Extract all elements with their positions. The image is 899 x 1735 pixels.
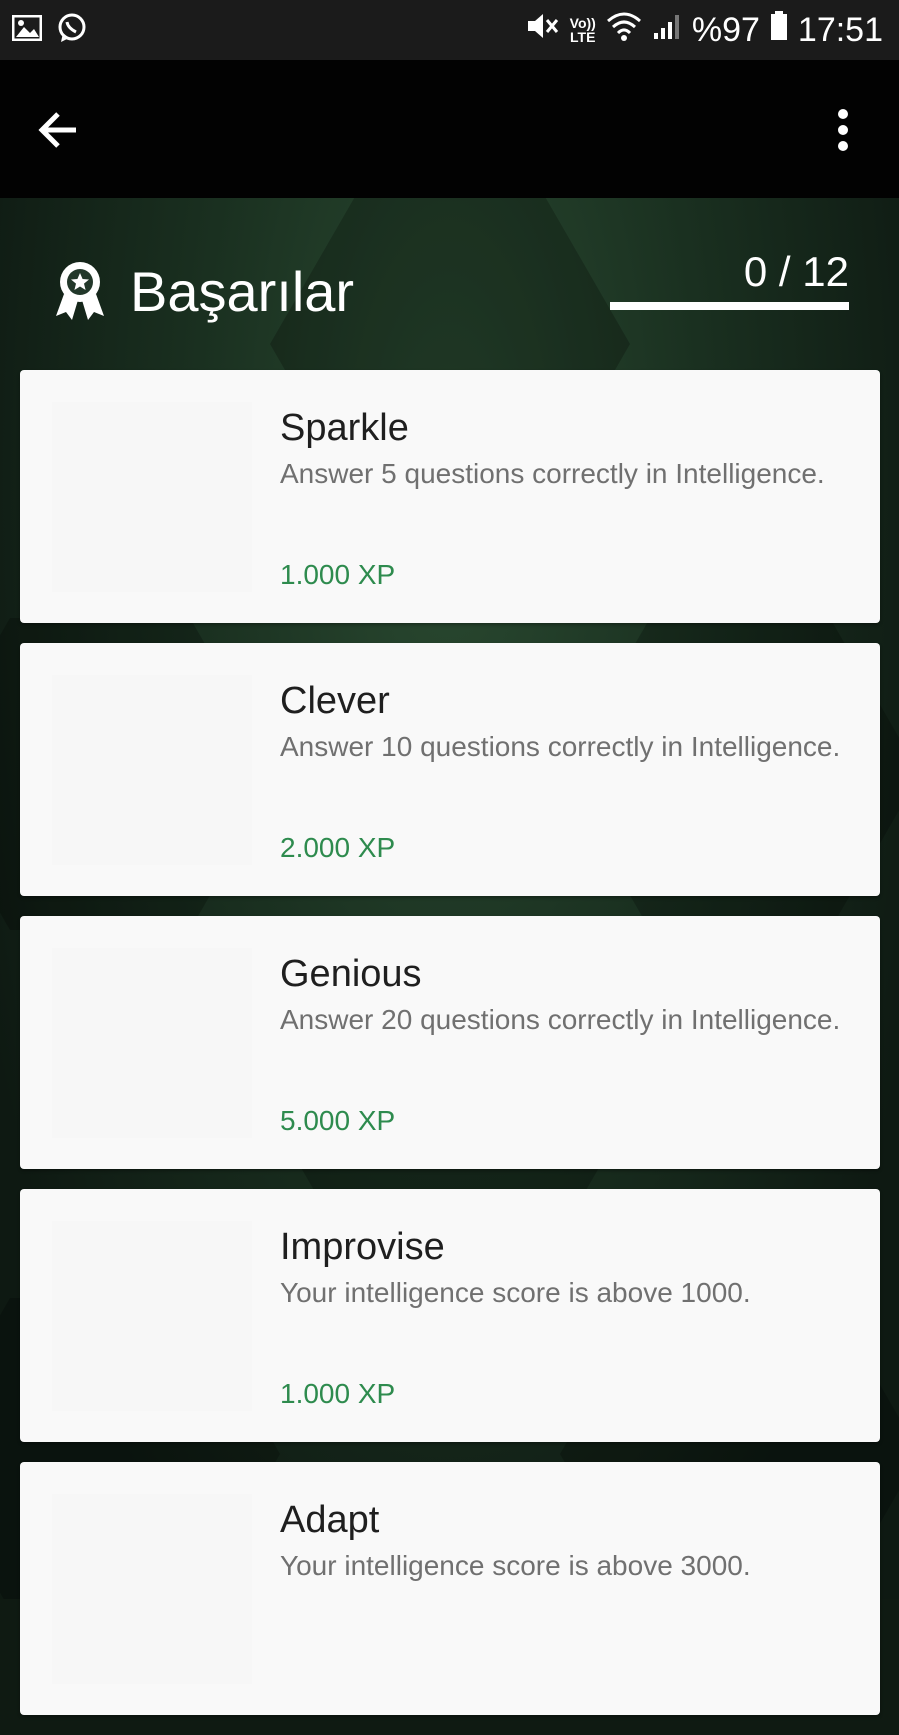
back-button[interactable] [36, 100, 100, 160]
achievement-description: Answer 10 questions correctly in Intelli… [280, 731, 841, 762]
achievement-list[interactable]: Sparkle Answer 5 questions correctly in … [20, 370, 880, 1735]
volte-indicator: Vo)) LTE [570, 16, 596, 44]
achievement-description: Your intelligence score is above 1000. [280, 1277, 751, 1308]
arrow-left-icon [36, 112, 80, 156]
overflow-menu-button[interactable] [819, 100, 869, 160]
gallery-icon [11, 14, 43, 46]
volte-label-bottom: LTE [570, 29, 596, 45]
clock: 17:51 [797, 10, 883, 49]
wifi-icon [606, 11, 642, 50]
progress-bar [610, 302, 849, 310]
achievement-xp: 1.000 XP [280, 559, 396, 590]
mute-icon [526, 10, 560, 51]
achievement-title: Improvise [280, 1226, 445, 1268]
achievement-title: Genious [280, 953, 422, 995]
achievement-description: Your intelligence score is above 3000. [280, 1550, 751, 1581]
achievement-image [52, 1494, 252, 1684]
page-title: Başarılar [130, 260, 355, 323]
achievement-title: Sparkle [280, 407, 409, 449]
achievement-card[interactable]: Improvise Your intelligence score is abo… [20, 1189, 880, 1442]
achievement-title: Adapt [280, 1499, 380, 1541]
whatsapp-icon [56, 12, 88, 49]
award-ribbon-icon [52, 260, 108, 322]
achievements-header: Başarılar 0 / 12 [0, 198, 899, 370]
achievement-card[interactable]: Adapt Your intelligence score is above 3… [20, 1462, 880, 1715]
app-bar [0, 60, 899, 198]
achievement-card[interactable]: Genious Answer 20 questions correctly in… [20, 916, 880, 1169]
status-bar: Vo)) LTE %97 17:51 [0, 0, 899, 60]
achievement-card[interactable]: Sparkle Answer 5 questions correctly in … [20, 370, 880, 623]
achievement-title: Clever [280, 680, 390, 722]
battery-text: %97 [691, 10, 760, 49]
achievement-image [52, 1221, 252, 1411]
achievement-xp: 5.000 XP [280, 1105, 396, 1136]
achievement-card[interactable]: Clever Answer 10 questions correctly in … [20, 643, 880, 896]
achievement-xp: 2.000 XP [280, 832, 396, 863]
achievement-xp: 1.000 XP [280, 1378, 396, 1409]
achievement-image [52, 402, 252, 592]
achievement-description: Answer 5 questions correctly in Intellig… [280, 458, 825, 489]
more-vert-icon [819, 109, 853, 156]
achievement-description: Answer 20 questions correctly in Intelli… [280, 1004, 841, 1035]
achievement-image [52, 675, 252, 865]
progress-counter: 0 / 12 [743, 248, 849, 295]
signal-icon [652, 11, 682, 50]
battery-icon [770, 10, 788, 50]
achievement-image [52, 948, 252, 1138]
